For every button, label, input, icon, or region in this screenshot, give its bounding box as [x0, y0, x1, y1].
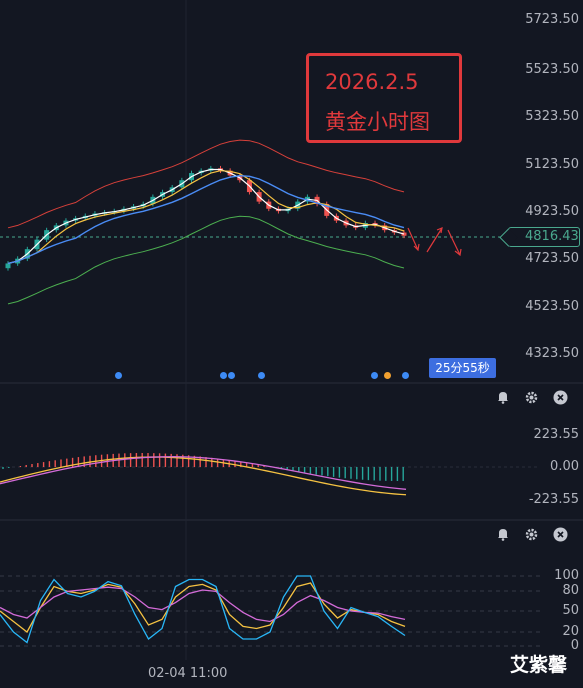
kdj-tick: 0: [570, 638, 579, 653]
chart-canvas[interactable]: [0, 0, 583, 688]
close-icon[interactable]: [551, 527, 569, 545]
annotation-box: 2026.2.5 黄金小时图: [306, 53, 462, 143]
kdj-tick: 50: [562, 603, 579, 618]
gear-icon[interactable]: [522, 390, 540, 408]
macd-tick: -223.55: [528, 492, 579, 507]
bell-icon[interactable]: [494, 527, 512, 545]
kdj-series: [0, 575, 406, 644]
ma-short-line: [7, 168, 405, 264]
kdj-tick: 20: [562, 624, 579, 639]
projection-arrows: [407, 227, 462, 257]
chart-window: 5723.50 5523.50 5323.50 5123.50 4923.50 …: [0, 0, 583, 688]
kdj-tick: 100: [554, 568, 579, 583]
event-marker[interactable]: [220, 372, 227, 379]
kdj-tick: 80: [562, 583, 579, 598]
price-tick: 5723.50: [525, 12, 579, 27]
macd-series: [0, 453, 407, 496]
kdj-d-line: [0, 586, 406, 623]
bar-countdown: 25分55秒: [429, 358, 496, 378]
price-tick: 5523.50: [525, 62, 579, 77]
x-axis-label: 02-04 11:00: [148, 666, 228, 681]
event-marker[interactable]: [402, 372, 409, 379]
bell-icon[interactable]: [494, 390, 512, 408]
event-marker[interactable]: [384, 372, 391, 379]
price-tick: 4923.50: [525, 204, 579, 219]
current-price-label: 4816.43: [508, 227, 580, 247]
candlestick-series: [5, 165, 407, 271]
gear-icon[interactable]: [522, 527, 540, 545]
event-marker[interactable]: [115, 372, 122, 379]
price-tick: 4523.50: [525, 299, 579, 314]
price-tick: 5323.50: [525, 109, 579, 124]
macd-tick: 223.55: [533, 427, 580, 442]
annotation-date: 2026.2.5: [325, 70, 419, 94]
ma-mid-line: [7, 170, 405, 264]
price-tick: 4723.50: [525, 251, 579, 266]
watermark: 艾紫馨: [510, 654, 568, 676]
bb-lower-line: [7, 215, 405, 305]
macd-tick: 0.00: [550, 459, 579, 474]
close-icon[interactable]: [551, 390, 569, 408]
event-marker[interactable]: [228, 372, 235, 379]
annotation-title: 黄金小时图: [325, 110, 430, 134]
price-tick: 4323.50: [525, 346, 579, 361]
price-tick: 5123.50: [525, 157, 579, 172]
event-marker[interactable]: [371, 372, 378, 379]
event-marker[interactable]: [258, 372, 265, 379]
moving-averages: [7, 168, 405, 265]
candle: [5, 263, 11, 269]
bb-upper-line: [7, 139, 405, 229]
